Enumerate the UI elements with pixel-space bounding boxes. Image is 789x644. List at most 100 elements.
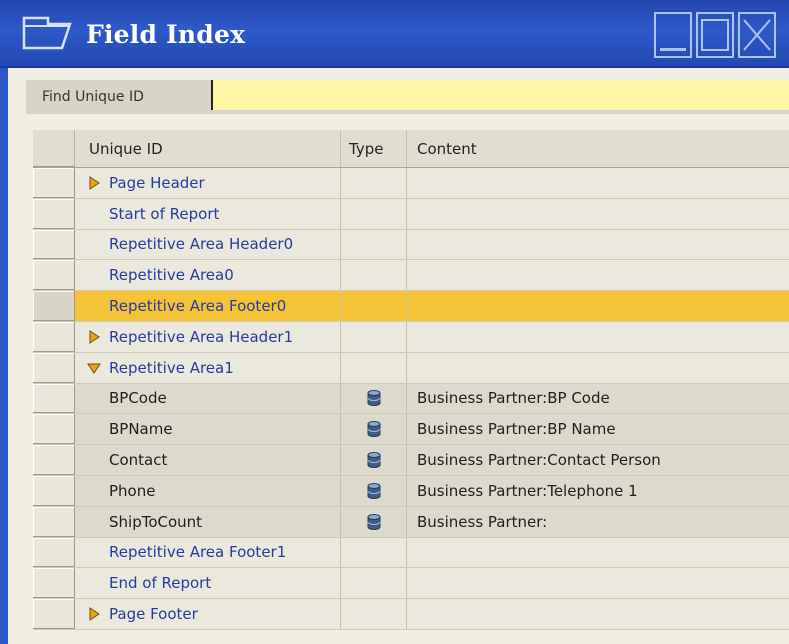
content-cell[interactable]: Business Partner:BP Name <box>407 414 789 444</box>
header-row-selector[interactable] <box>33 130 75 167</box>
type-cell <box>341 445 407 475</box>
unique-id-cell[interactable]: Page Footer <box>75 599 341 629</box>
minimize-button[interactable] <box>654 12 692 58</box>
row-selector[interactable] <box>33 168 75 198</box>
content-cell[interactable]: Business Partner:BP Code <box>407 384 789 414</box>
content-cell[interactable] <box>407 260 789 290</box>
unique-id-cell[interactable]: Repetitive Area Footer0 <box>75 291 341 321</box>
column-header-unique-id[interactable]: Unique ID <box>75 130 341 167</box>
row-selector[interactable] <box>33 352 75 383</box>
table-row[interactable]: End of Report <box>33 568 789 600</box>
spacer <box>8 114 789 130</box>
unique-id-cell[interactable]: Repetitive Area1 <box>75 352 341 383</box>
type-cell <box>341 383 407 414</box>
table-row[interactable]: Repetitive Area Footer0 <box>33 291 789 322</box>
row-selector[interactable] <box>33 198 75 229</box>
unique-id-cell[interactable]: BPName <box>75 414 341 445</box>
unique-id-cell[interactable]: Start of Report <box>75 198 341 229</box>
content-cell[interactable] <box>407 322 789 352</box>
unique-id-text: BPName <box>109 420 173 439</box>
column-header-type[interactable]: Type <box>341 130 407 167</box>
row-selector[interactable] <box>33 260 75 291</box>
content-cell[interactable] <box>407 599 789 629</box>
table-row[interactable]: Repetitive Area Header1 <box>33 321 789 353</box>
unique-id-text: Start of Report <box>109 204 220 223</box>
content-cell[interactable] <box>407 538 789 568</box>
table-row[interactable]: BPCode Business Partner:BP Code <box>33 383 789 415</box>
unique-id-cell[interactable]: Repetitive Area Header0 <box>75 229 341 260</box>
column-header-content-label: Content <box>417 139 477 158</box>
table-row[interactable]: Page Footer <box>33 599 789 630</box>
unique-id-cell[interactable]: ShipToCount <box>75 506 341 537</box>
collapse-arrow-icon[interactable] <box>87 361 101 375</box>
content-cell[interactable]: Business Partner:Telephone 1 <box>407 476 789 506</box>
row-selector[interactable] <box>33 599 75 629</box>
unique-id-cell[interactable]: Repetitive Area Header1 <box>75 321 341 352</box>
type-cell <box>341 352 407 383</box>
type-cell <box>341 291 407 321</box>
close-icon <box>743 19 771 51</box>
row-selector[interactable] <box>33 229 75 260</box>
row-selector[interactable] <box>33 414 75 445</box>
table-row[interactable]: Repetitive Area Header0 <box>33 229 789 261</box>
content-text: Business Partner:Contact Person <box>417 451 661 470</box>
row-selector[interactable] <box>33 445 75 475</box>
unique-id-cell[interactable]: BPCode <box>75 383 341 414</box>
row-selector[interactable] <box>33 506 75 537</box>
table-row[interactable]: Repetitive Area0 <box>33 260 789 292</box>
row-selector[interactable] <box>33 537 75 568</box>
find-unique-id-label: Find Unique ID <box>42 89 144 105</box>
close-button[interactable] <box>738 12 776 58</box>
expand-arrow-icon[interactable] <box>87 175 101 190</box>
table-row[interactable]: Start of Report <box>33 198 789 230</box>
database-icon <box>367 452 381 469</box>
content-text: Business Partner:BP Name <box>417 420 616 439</box>
unique-id-text: Page Footer <box>109 605 198 624</box>
database-icon <box>367 482 381 499</box>
row-selector[interactable] <box>33 383 75 414</box>
unique-id-cell[interactable]: End of Report <box>75 568 341 599</box>
database-icon <box>367 421 381 438</box>
row-selector[interactable] <box>33 568 75 599</box>
title-bar[interactable]: Field Index <box>0 0 789 68</box>
row-selector[interactable] <box>33 321 75 352</box>
unique-id-text: Page Header <box>109 173 205 192</box>
table-row[interactable]: BPName Business Partner:BP Name <box>33 414 789 446</box>
content-cell[interactable] <box>407 168 789 198</box>
table-row[interactable]: Page Header <box>33 168 789 199</box>
find-unique-id-row: Find Unique ID <box>26 80 789 114</box>
row-selector[interactable] <box>33 291 75 321</box>
table-row[interactable]: ShipToCount Business Partner: <box>33 506 789 538</box>
table-row[interactable]: Repetitive Area Footer1 <box>33 537 789 569</box>
row-selector[interactable] <box>33 475 75 506</box>
window-icon <box>22 16 72 54</box>
unique-id-cell[interactable]: Page Header <box>75 168 341 198</box>
find-unique-id-input[interactable] <box>211 80 789 110</box>
expand-arrow-icon[interactable] <box>87 607 101 621</box>
content-cell[interactable] <box>407 291 789 321</box>
type-cell <box>341 506 407 537</box>
unique-id-cell[interactable]: Phone <box>75 475 341 506</box>
unique-id-cell[interactable]: Repetitive Area Footer1 <box>75 537 341 568</box>
table-row[interactable]: Repetitive Area1 <box>33 352 789 384</box>
table-row[interactable]: Contact Business Partner:Contact Person <box>33 445 789 476</box>
database-icon <box>367 390 381 407</box>
unique-id-text: Phone <box>109 481 156 500</box>
column-header-content[interactable]: Content <box>407 130 789 167</box>
table-row[interactable]: Phone Business Partner:Telephone 1 <box>33 475 789 507</box>
content-cell[interactable] <box>407 353 789 383</box>
content-cell[interactable]: Business Partner: <box>407 507 789 537</box>
unique-id-cell[interactable]: Contact <box>75 445 341 475</box>
content-cell[interactable] <box>407 568 789 598</box>
unique-id-text: Repetitive Area Footer0 <box>109 297 287 316</box>
field-index-window: Field Index Find Unique ID Unique ID Typ… <box>0 0 789 644</box>
content-cell[interactable]: Business Partner:Contact Person <box>407 445 789 475</box>
content-text: Business Partner:BP Code <box>417 389 610 408</box>
type-cell <box>341 599 407 629</box>
content-cell[interactable] <box>407 199 789 229</box>
type-cell <box>341 321 407 352</box>
content-cell[interactable] <box>407 230 789 260</box>
expand-arrow-icon[interactable] <box>87 329 101 344</box>
maximize-button[interactable] <box>696 12 734 58</box>
unique-id-cell[interactable]: Repetitive Area0 <box>75 260 341 291</box>
